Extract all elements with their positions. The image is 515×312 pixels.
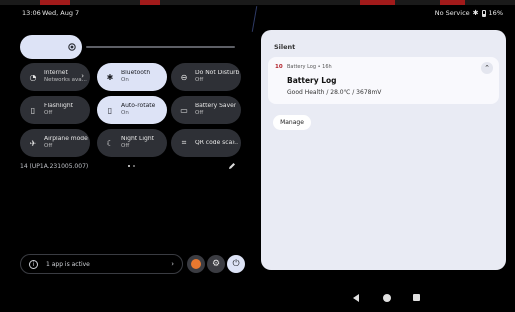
navigation-bar	[0, 290, 515, 310]
tile-airplane[interactable]: ✈ Airplane mode Off	[20, 129, 90, 157]
tile-title: Do Not Disturb	[195, 70, 240, 77]
tile-dnd[interactable]: ⊖ Do Not Disturb Off	[171, 63, 241, 91]
active-apps-bar[interactable]: i 1 app is active ›	[20, 254, 183, 274]
app-icon	[191, 259, 201, 269]
tile-title: Night Light	[121, 136, 154, 143]
tile-subtitle: Off	[44, 110, 53, 117]
tile-autorotate[interactable]: ▯ Auto-rotate On	[97, 96, 167, 124]
tile-text: Airplane mode Off	[44, 136, 88, 149]
chevron-right-icon: ›	[81, 72, 84, 80]
tile-title: Auto-rotate	[121, 103, 156, 110]
tile-text: Bluetooth On	[121, 70, 150, 83]
tile-qr[interactable]: ⌗ QR code sca... ›	[171, 129, 241, 157]
tile-text: Battery Saver Off	[195, 103, 236, 116]
clock: 13:06	[22, 9, 41, 17]
bluetooth-status-icon: ✱	[472, 9, 479, 17]
tile-text: Auto-rotate On	[121, 103, 155, 116]
page-dot	[133, 165, 135, 167]
night-light-icon: ☾	[106, 138, 114, 148]
chevron-up-icon[interactable]: ⌃	[481, 62, 493, 74]
battery-percent: 16%	[488, 9, 503, 17]
gear-icon: ⚙	[211, 259, 221, 269]
battery-icon	[481, 9, 486, 17]
page-indicator	[128, 163, 135, 167]
brightness-slider[interactable]	[20, 35, 235, 59]
home-icon[interactable]	[383, 294, 391, 302]
notification-panel: Silent 10 Battery Log • 16h Battery Log …	[261, 30, 506, 270]
app-badge: 10	[275, 64, 283, 70]
tile-subtitle: On	[121, 110, 129, 117]
manage-button[interactable]: Manage	[273, 115, 311, 130]
airplane-icon: ✈	[29, 138, 37, 148]
brightness-track[interactable]	[86, 46, 235, 48]
section-label: Silent	[274, 43, 296, 51]
tile-text: Do Not Disturb Off	[195, 70, 239, 83]
power-button[interactable]: ⏻	[227, 255, 245, 273]
app-shortcut-button[interactable]	[187, 255, 205, 273]
tile-battery-saver[interactable]: ▭ Battery Saver Off	[171, 96, 241, 124]
chevron-right-icon: ›	[171, 260, 174, 268]
tile-title: Bluetooth	[121, 70, 151, 77]
tile-subtitle: Off	[195, 110, 204, 117]
status-bar: 13:06 Wed, Aug 7 No Service ✱ 16%	[0, 8, 515, 20]
network-status: No Service	[434, 9, 470, 17]
battery-saver-icon: ▭	[180, 105, 188, 115]
tile-subtitle: Off	[121, 143, 130, 150]
tile-subtitle: On	[121, 77, 129, 84]
status-icons: No Service ✱ 16%	[435, 9, 503, 17]
date: Wed, Aug 7	[42, 9, 80, 17]
qr-code-icon: ⌗	[181, 138, 187, 147]
tile-text: Night Light Off	[121, 136, 154, 149]
bluetooth-icon: ✱	[106, 72, 114, 82]
tile-bluetooth[interactable]: ✱ Bluetooth On	[97, 63, 167, 91]
info-icon: i	[29, 259, 38, 269]
tile-subtitle: Off	[44, 143, 53, 150]
wifi-icon: ◔	[29, 72, 37, 82]
flashlight-icon: ▯	[30, 105, 36, 115]
power-icon: ⏻	[232, 259, 240, 269]
tile-title: Airplane mode	[44, 136, 88, 143]
tile-text: Flashlight Off	[44, 103, 73, 116]
recents-icon[interactable]	[413, 294, 420, 301]
notification-card[interactable]: 10 Battery Log • 16h Battery Log Good He…	[268, 57, 499, 104]
notification-meta: Battery Log • 16h	[287, 64, 332, 70]
settings-button[interactable]: ⚙	[207, 255, 225, 273]
page-dot-active	[128, 165, 130, 167]
tile-internet[interactable]: ◔ Internet Networks ava... ›	[20, 63, 90, 91]
tile-title: Flashlight	[44, 103, 74, 110]
brightness-icon	[68, 43, 76, 51]
tile-subtitle: Off	[195, 77, 204, 84]
rotate-icon: ▯	[107, 105, 113, 115]
chevron-right-icon: ›	[232, 138, 235, 146]
tile-flashlight[interactable]: ▯ Flashlight Off	[20, 96, 90, 124]
tile-night-light[interactable]: ☾ Night Light Off	[97, 129, 167, 157]
notification-title: Battery Log	[287, 76, 337, 85]
tile-title: Battery Saver	[195, 103, 237, 110]
debug-strip	[0, 0, 515, 5]
edit-icon[interactable]	[228, 162, 236, 170]
build-number: 14 (UP1A.231005.007)	[20, 163, 89, 170]
dnd-icon: ⊖	[180, 72, 188, 82]
notification-body: Good Health / 28.0℃ / 3678mV	[287, 89, 382, 96]
back-icon[interactable]	[353, 294, 359, 302]
active-apps-label: 1 app is active	[46, 260, 90, 268]
